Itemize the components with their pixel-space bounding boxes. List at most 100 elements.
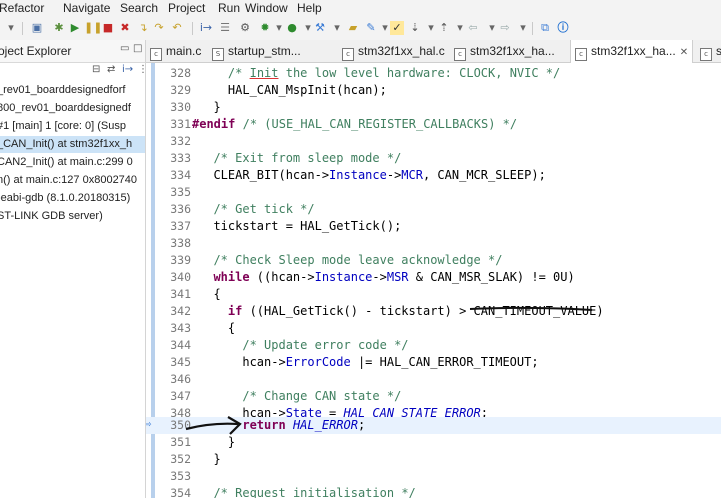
close-icon[interactable]: ✕ bbox=[680, 47, 688, 58]
menu-window[interactable]: Window bbox=[245, 1, 288, 15]
step-return-icon[interactable]: ↶ bbox=[170, 21, 184, 35]
new-file-icon[interactable]: ▾ bbox=[4, 21, 18, 35]
tab-label: st bbox=[716, 44, 721, 58]
highlight-icon[interactable]: ✓ bbox=[390, 21, 404, 35]
code-line: 342 if ((HAL_GetTick() - tickstart) > CA… bbox=[146, 303, 721, 320]
forward-icon[interactable]: ⇨ bbox=[498, 21, 512, 35]
chevron-down-icon[interactable]: ▾ bbox=[485, 21, 499, 35]
layout-icon[interactable]: ☰ bbox=[218, 21, 232, 35]
search-icon[interactable]: ✎ bbox=[364, 21, 378, 35]
c-file-icon: c bbox=[454, 48, 466, 61]
chevron-down-icon[interactable]: ▾ bbox=[516, 21, 530, 35]
tab-stm32f1xx-ha-1[interactable]: c stm32f1xx_ha... bbox=[454, 40, 555, 62]
tab-label: startup_stm... bbox=[228, 44, 301, 58]
code-editor[interactable]: 328 /* Init the low level hardware: CLOC… bbox=[146, 63, 721, 498]
code-line: 334 CLEAR_BIT(hcan->Instance->MCR, CAN_M… bbox=[146, 167, 721, 184]
line-number: 330 bbox=[170, 100, 191, 114]
tab-startup[interactable]: Sstartup_stm... bbox=[212, 40, 301, 62]
tree-item-selected[interactable]: _CAN_Init() at stm32f1xx_h bbox=[0, 136, 145, 153]
menu-navigate[interactable]: Navigate bbox=[63, 1, 110, 15]
chevron-down-icon[interactable]: ▾ bbox=[453, 21, 467, 35]
code-text: CLEAR_BIT(hcan->Instance->MCR, CAN_MCR_S… bbox=[199, 168, 546, 182]
save-icon[interactable]: ▣ bbox=[30, 21, 44, 35]
chevron-down-icon[interactable]: ▾ bbox=[272, 21, 286, 35]
menu-help[interactable]: Help bbox=[297, 1, 322, 15]
menu-project[interactable]: Project bbox=[168, 1, 205, 15]
code-line: 330 } bbox=[146, 99, 721, 116]
tree-item[interactable]: 800_rev01_boarddesignedf bbox=[0, 100, 145, 117]
line-number: 341 bbox=[170, 287, 191, 301]
toolbar-separator bbox=[192, 22, 193, 35]
debug-icon[interactable]: ✱ bbox=[52, 21, 66, 35]
line-number: 346 bbox=[170, 372, 191, 386]
instruction-step-icon[interactable]: i→ bbox=[199, 21, 213, 35]
line-number: 345 bbox=[170, 355, 191, 369]
line-number: 352 bbox=[170, 452, 191, 466]
tree-item[interactable]: n() at main.c:127 0x8002740 bbox=[0, 172, 145, 189]
menu-search[interactable]: Search bbox=[120, 1, 158, 15]
tab-label: stm32f1xx_ha... bbox=[591, 44, 676, 58]
tree-item-label: 800_rev01_boarddesignedf bbox=[0, 102, 131, 114]
back-icon[interactable]: ⇦ bbox=[466, 21, 480, 35]
code-text: /* Request initialisation */ bbox=[213, 486, 416, 498]
explorer-toolbar: ⊟ ⇄ i→ ⋮ bbox=[0, 62, 145, 80]
tab-stm32f1xx-hal-c[interactable]: c stm32f1xx_hal.c bbox=[342, 40, 445, 62]
open-perspective-icon[interactable]: ⧉ bbox=[538, 21, 552, 35]
code-text: } bbox=[199, 435, 236, 449]
view-menu-icon[interactable]: ⋮ bbox=[138, 64, 145, 75]
terminate-icon[interactable]: ■ bbox=[101, 21, 115, 35]
line-number: 335 bbox=[170, 185, 191, 199]
build-icon[interactable]: ⚒ bbox=[313, 21, 327, 35]
gear-icon[interactable]: ⚙ bbox=[238, 21, 252, 35]
tab-main-c[interactable]: c main.c bbox=[150, 40, 201, 62]
tab-label: stm32f1xx_hal.c bbox=[358, 44, 445, 58]
code-text: { bbox=[199, 287, 221, 301]
chevron-down-icon[interactable]: ▾ bbox=[330, 21, 344, 35]
code-text: /* Update error code */ bbox=[242, 338, 409, 352]
tree-item-label: _CAN_Init() at stm32f1xx_h bbox=[0, 138, 133, 150]
toolbar: ▾ ▣ ✱ ▶ ❚❚ ■ ✖ ↴ ↷ ↶ i→ ☰ ⚙ ✹ ▾ ● ▾ ⚒ ▾ … bbox=[0, 18, 721, 41]
chevron-down-icon[interactable]: ▾ bbox=[424, 21, 438, 35]
maximize-icon[interactable]: □ bbox=[133, 43, 142, 54]
tab-st[interactable]: cst bbox=[700, 40, 721, 62]
tree-item[interactable]: #1 [main] 1 [core: 0] (Susp bbox=[0, 118, 145, 135]
prev-annotation-icon[interactable]: ⇡ bbox=[437, 21, 451, 35]
line-number: 354 bbox=[170, 486, 191, 498]
next-annotation-icon[interactable]: ⇣ bbox=[408, 21, 422, 35]
disconnect-icon[interactable]: ✖ bbox=[118, 21, 132, 35]
run-icon[interactable]: ● bbox=[285, 21, 299, 35]
step-into-icon[interactable]: ↴ bbox=[136, 21, 150, 35]
line-number: 340 bbox=[170, 270, 191, 284]
project-explorer: oject Explorer ▭ □ ⊟ ⇄ i→ ⋮ _rev01_board… bbox=[0, 40, 146, 498]
code-text: HAL_CAN_MspInit(hcan); bbox=[199, 83, 387, 97]
menu-refactor[interactable]: Refactor bbox=[0, 1, 44, 15]
code-line: 343 { bbox=[146, 320, 721, 337]
step-filter-icon[interactable]: i→ bbox=[122, 64, 133, 75]
tree-item[interactable]: CAN2_Init() at main.c:299 0 bbox=[0, 154, 145, 171]
code-text: hcan->ErrorCode |= HAL_CAN_ERROR_TIMEOUT… bbox=[199, 355, 539, 369]
suspend-icon[interactable]: ❚❚ bbox=[84, 21, 102, 35]
tree-item[interactable]: -eabi-gdb (8.1.0.20180315) bbox=[0, 190, 145, 207]
collapse-all-icon[interactable]: ⊟ bbox=[92, 64, 100, 75]
tab-stm32f1xx-ha-active[interactable]: c stm32f1xx_ha... ✕ bbox=[570, 40, 694, 63]
bug-icon[interactable]: ✹ bbox=[258, 21, 272, 35]
tree-item[interactable]: ST-LINK GDB server) bbox=[0, 208, 145, 225]
explorer-tab[interactable]: oject Explorer ▭ □ bbox=[0, 40, 145, 63]
line-number: 336 bbox=[170, 202, 191, 216]
folder-icon[interactable]: ▰ bbox=[346, 21, 360, 35]
step-over-icon[interactable]: ↷ bbox=[152, 21, 166, 35]
c-file-icon: c bbox=[700, 48, 712, 61]
code-text: while ((hcan->Instance->MSR & CAN_MSR_SL… bbox=[213, 270, 575, 284]
info-icon[interactable]: ⓘ bbox=[556, 21, 570, 35]
menu-run[interactable]: Run bbox=[218, 1, 240, 15]
tree-item-label: -eabi-gdb (8.1.0.20180315) bbox=[0, 192, 131, 204]
link-with-editor-icon[interactable]: ⇄ bbox=[107, 64, 115, 75]
code-text: if ((HAL_GetTick() - tickstart) > CAN_TI… bbox=[227, 304, 604, 318]
resume-icon[interactable]: ▶ bbox=[68, 21, 82, 35]
code-line: 353 bbox=[146, 468, 721, 485]
minimize-icon[interactable]: ▭ bbox=[120, 43, 129, 54]
tab-label: stm32f1xx_ha... bbox=[470, 44, 555, 58]
line-number: 331 bbox=[170, 117, 191, 131]
tree-item[interactable]: _rev01_boarddesignedforf bbox=[0, 82, 145, 99]
code-text: } bbox=[199, 452, 221, 466]
